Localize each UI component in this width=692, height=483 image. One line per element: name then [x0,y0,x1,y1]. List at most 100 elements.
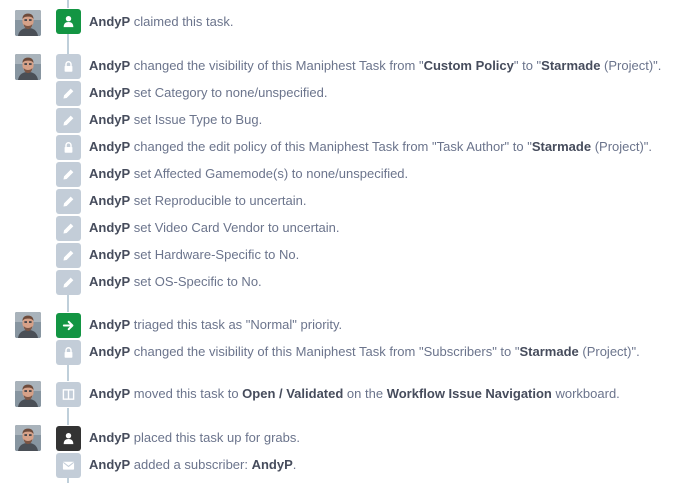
event-text: AndyP claimed this task. [89,13,234,31]
event-text: AndyP set Issue Type to Bug. [89,111,262,129]
actor-link[interactable]: AndyP [89,85,130,100]
timeline-rail [67,364,69,381]
actor-link[interactable]: AndyP [89,274,130,289]
event-highlight[interactable]: Custom Policy [424,58,514,73]
event-text-fragment: " to " [513,58,542,73]
user-avatar[interactable] [15,312,41,338]
timeline-rail [67,408,69,425]
event-text-fragment: (Project)". [600,58,662,73]
event-text-fragment: on the [343,386,387,401]
event-text-fragment: triaged this task as "Normal" priority. [130,317,343,332]
event-text: AndyP set Affected Gamemode(s) to none/u… [89,165,408,183]
event-icon-box [56,9,81,34]
columns-icon [62,389,75,400]
event-description: changed the visibility of this Maniphest… [130,344,640,359]
avatar-portrait-icon [15,381,41,407]
lock-icon [64,142,73,153]
actor-link[interactable]: AndyP [89,139,130,154]
event-text: AndyP set OS-Specific to No. [89,273,262,291]
event-text: AndyP set Video Card Vendor to uncertain… [89,219,340,237]
pencil-icon [63,115,74,126]
actor-link[interactable]: AndyP [89,344,130,359]
event-text-fragment: moved this task to [130,386,243,401]
actor-link[interactable]: AndyP [89,112,130,127]
event-text-fragment: claimed this task. [130,14,234,29]
event-text-fragment: changed the visibility of this Maniphest… [130,344,520,359]
pencil-icon [63,223,74,234]
event-description: moved this task to Open / Validated on t… [130,386,620,401]
event-icon-box [56,453,81,478]
event-text: AndyP set Category to none/unspecified. [89,84,327,102]
event-icon-box [56,162,81,187]
event-text: AndyP set Reproducible to uncertain. [89,192,307,210]
event-highlight[interactable]: Starmade [532,139,591,154]
avatar-portrait-icon [15,54,41,80]
pencil-icon [63,169,74,180]
user-avatar[interactable] [15,10,41,36]
actor-link[interactable]: AndyP [89,193,130,208]
event-text-fragment: set Category to none/unspecified. [130,85,328,100]
event-text-fragment: set OS-Specific to No. [130,274,262,289]
event-icon-box [56,216,81,241]
event-text: AndyP changed the visibility of this Man… [89,343,640,361]
lock-icon [64,347,73,358]
event-text-fragment: (Project)". [591,139,653,154]
event-description: placed this task up for grabs. [130,430,300,445]
event-highlight[interactable]: Starmade [541,58,600,73]
actor-link[interactable]: AndyP [89,220,130,235]
actor-link[interactable]: AndyP [89,247,130,262]
avatar-portrait-icon [15,312,41,338]
timeline-rail [67,293,69,312]
event-icon-box [56,108,81,133]
actor-link[interactable]: AndyP [89,166,130,181]
lock-icon [64,61,73,72]
user-icon [63,16,74,28]
event-description: set OS-Specific to No. [130,274,262,289]
event-text-fragment: set Issue Type to Bug. [130,112,263,127]
event-text-fragment: (Project)". [578,344,640,359]
event-text-fragment: set Reproducible to uncertain. [130,193,307,208]
actor-link[interactable]: AndyP [89,58,130,73]
actor-link[interactable]: AndyP [89,430,130,445]
event-icon-box [56,270,81,295]
event-description: triaged this task as "Normal" priority. [130,317,342,332]
user-avatar[interactable] [15,425,41,451]
user-avatar[interactable] [15,54,41,80]
event-icon-box [56,243,81,268]
event-text-fragment: . [292,457,297,472]
pencil-icon [63,250,74,261]
event-text: AndyP moved this task to Open / Validate… [89,385,620,403]
event-text: AndyP triaged this task as "Normal" prio… [89,316,342,334]
avatar-portrait-icon [15,425,41,451]
event-text-fragment: changed the edit policy of this Maniphes… [130,139,532,154]
avatar-portrait-icon [15,10,41,36]
event-text-fragment: changed the visibility of this Maniphest… [130,58,424,73]
event-highlight[interactable]: Starmade [520,344,579,359]
event-icon-box [56,81,81,106]
event-icon-box [56,135,81,160]
event-text: AndyP placed this task up for grabs. [89,429,300,447]
event-text-fragment: workboard. [551,386,620,401]
timeline-rail [67,34,69,54]
actor-link[interactable]: AndyP [89,457,130,472]
envelope-icon [62,461,75,470]
event-text-fragment: placed this task up for grabs. [130,430,300,445]
user-avatar[interactable] [15,381,41,407]
actor-link[interactable]: AndyP [89,14,130,29]
event-description: set Video Card Vendor to uncertain. [130,220,340,235]
actor-link[interactable]: AndyP [89,317,130,332]
timeline-rail [67,0,69,8]
event-text: AndyP changed the visibility of this Man… [89,57,661,75]
event-description: set Issue Type to Bug. [130,112,262,127]
event-description: set Reproducible to uncertain. [130,193,307,208]
user-icon [63,433,74,445]
arrow-right-icon [62,320,74,331]
event-text-fragment: set Video Card Vendor to uncertain. [130,220,340,235]
pencil-icon [63,88,74,99]
actor-link[interactable]: AndyP [89,386,130,401]
event-highlight[interactable]: Open / Validated [242,386,343,401]
event-icon-box [56,426,81,451]
event-highlight[interactable]: AndyP [252,457,293,472]
event-highlight[interactable]: Workflow Issue Navigation [387,386,552,401]
event-description: set Category to none/unspecified. [130,85,328,100]
